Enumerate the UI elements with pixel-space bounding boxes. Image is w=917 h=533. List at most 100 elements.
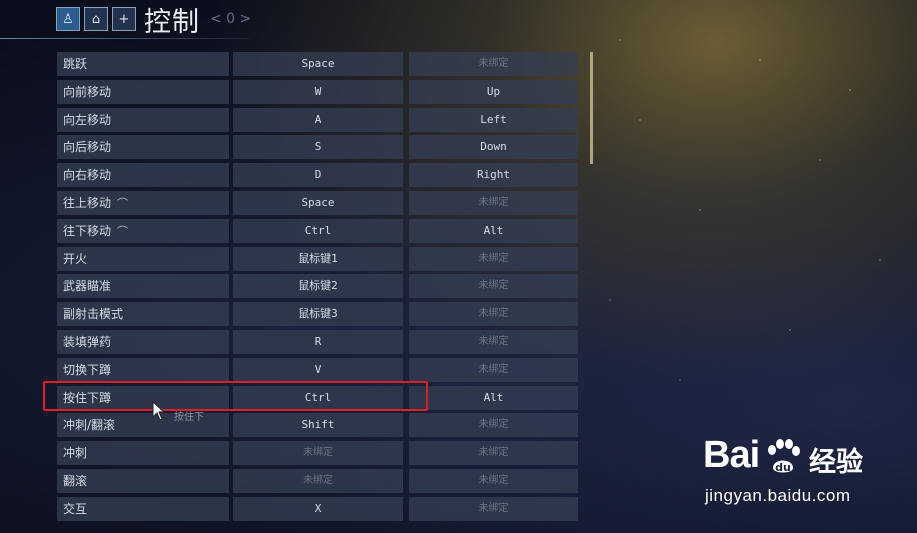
action-name-cell: 跳跃 [57, 52, 229, 76]
secondary-key-button[interactable]: 未绑定 [409, 441, 578, 466]
screen-header: ♙ ⌂ + 控制 < 0 > [56, 4, 252, 38]
action-label: 往上移动 [63, 195, 112, 210]
primary-key-button[interactable]: 未绑定 [233, 468, 403, 493]
secondary-key-button[interactable]: Left [409, 107, 578, 132]
binding-row[interactable]: 向前移动 W Up [57, 79, 581, 104]
action-name-cell: 往下移动 ⌒ [57, 218, 229, 243]
secondary-key-button[interactable]: Down [409, 135, 578, 160]
action-name-cell: 武器瞄准 [57, 274, 229, 299]
action-name-cell: 交互 [57, 496, 229, 521]
binding-row[interactable]: 装填弹药 R 未绑定 [57, 329, 581, 354]
scrollbar-thumb[interactable] [590, 52, 593, 164]
secondary-key-button[interactable]: 未绑定 [409, 357, 578, 382]
header-divider [0, 38, 250, 39]
primary-key-button[interactable]: R [233, 329, 403, 354]
primary-key-button[interactable]: Shift [233, 413, 403, 438]
action-label: 交互 [63, 501, 88, 516]
binding-row[interactable]: 翻滚 未绑定 未绑定 [57, 468, 581, 493]
primary-key-button[interactable]: 鼠标键1 [233, 246, 403, 271]
action-name-cell: 开火 [57, 246, 229, 271]
action-name-cell: 切换下蹲 [57, 357, 229, 382]
baidu-jingyan-watermark: Bai du 经验 jingyan.baidu.com [703, 434, 873, 514]
secondary-key-button[interactable]: Alt [409, 218, 578, 243]
action-label: 冲刺/翻滚 [63, 418, 116, 433]
action-label: 切换下蹲 [63, 362, 112, 377]
action-label: 跳跃 [63, 57, 88, 71]
action-label: 装填弹药 [63, 334, 112, 349]
primary-key-button[interactable]: X [233, 496, 403, 521]
secondary-key-button[interactable]: 未绑定 [409, 468, 578, 493]
highlight-box [43, 381, 428, 411]
primary-key-button[interactable]: D [233, 163, 403, 188]
primary-key-button[interactable]: W [233, 79, 403, 104]
binding-row[interactable]: 切换下蹲 V 未绑定 [57, 357, 581, 382]
keybinding-table: 跳跃 Space 未绑定 向前移动 W Up 向左移动 A Left 向后移动 S Down 向右移动 D… [57, 52, 581, 525]
secondary-key-button[interactable]: Right [409, 163, 578, 188]
action-name-cell: 往上移动 ⌒ [57, 190, 229, 215]
primary-key-button[interactable]: A [233, 107, 403, 132]
binding-row[interactable]: 交互 X 未绑定 [57, 496, 581, 521]
controller-stick-icon: ⌒ [117, 196, 129, 210]
action-label: 武器瞄准 [63, 279, 112, 294]
action-label: 向左移动 [63, 112, 112, 127]
secondary-key-button[interactable]: 未绑定 [409, 274, 578, 299]
action-label: 冲刺 [63, 446, 88, 461]
primary-key-button[interactable]: 未绑定 [233, 441, 403, 466]
action-label: 向前移动 [63, 84, 112, 99]
secondary-key-button[interactable]: Alt [409, 385, 578, 410]
watermark-url: jingyan.baidu.com [705, 486, 851, 505]
primary-key-button[interactable]: Space [233, 190, 403, 215]
paw-icon: du [768, 439, 800, 474]
secondary-key-button[interactable]: 未绑定 [409, 52, 578, 76]
watermark-brand-cn: 经验 [809, 447, 863, 478]
primary-key-button[interactable]: Ctrl [233, 218, 403, 243]
cursor-tooltip: 按住下 [174, 412, 204, 423]
plus-icon[interactable]: + [112, 7, 136, 31]
secondary-key-button[interactable]: Up [409, 79, 578, 104]
binding-row[interactable]: 向右移动 D Right [57, 163, 581, 188]
binding-row[interactable]: 冲刺 未绑定 未绑定 [57, 441, 581, 466]
secondary-key-button[interactable]: 未绑定 [409, 413, 578, 438]
binding-row[interactable]: 向左移动 A Left [57, 107, 581, 132]
garage-icon[interactable]: ⌂ [84, 7, 108, 31]
page-title-tail: < 0 > [210, 11, 252, 27]
action-name-cell: 冲刺 [57, 441, 229, 466]
primary-key-button[interactable]: 鼠标键3 [233, 302, 403, 327]
binding-row[interactable]: 往下移动 ⌒ Ctrl Alt [57, 218, 581, 243]
action-label: 向右移动 [63, 168, 112, 183]
page-title: 控制 [144, 6, 200, 38]
action-label: 往下移动 [63, 223, 112, 238]
secondary-key-button[interactable]: 未绑定 [409, 246, 578, 271]
primary-key-button[interactable]: Space [233, 52, 403, 76]
action-name-cell: 向后移动 [57, 135, 229, 160]
secondary-key-button[interactable]: 未绑定 [409, 190, 578, 215]
binding-row[interactable]: 往上移动 ⌒ Space 未绑定 [57, 190, 581, 215]
svg-text:du: du [775, 461, 791, 474]
binding-row[interactable]: 跳跃 Space 未绑定 [57, 52, 581, 76]
action-name-cell: 翻滚 [57, 468, 229, 493]
figure-icon[interactable]: ♙ [56, 7, 80, 31]
binding-row[interactable]: 开火 鼠标键1 未绑定 [57, 246, 581, 271]
primary-key-button[interactable]: S [233, 135, 403, 160]
action-name-cell: 向右移动 [57, 163, 229, 188]
secondary-key-button[interactable]: 未绑定 [409, 496, 578, 521]
primary-key-button[interactable]: V [233, 357, 403, 382]
action-name-cell: 副射击模式 [57, 302, 229, 327]
primary-key-button[interactable]: 鼠标键2 [233, 274, 403, 299]
action-name-cell: 装填弹药 [57, 329, 229, 354]
secondary-key-button[interactable]: 未绑定 [409, 329, 578, 354]
action-label: 向后移动 [63, 140, 112, 155]
binding-row[interactable]: 向后移动 S Down [57, 135, 581, 160]
binding-row[interactable]: 副射击模式 鼠标键3 未绑定 [57, 302, 581, 327]
watermark-brand: Bai [703, 434, 760, 476]
action-label: 副射击模式 [63, 307, 124, 322]
action-label: 开火 [63, 251, 88, 266]
action-label: 翻滚 [63, 473, 88, 488]
mouse-cursor-icon [152, 401, 166, 421]
action-name-cell: 向前移动 [57, 79, 229, 104]
binding-row[interactable]: 武器瞄准 鼠标键2 未绑定 [57, 274, 581, 299]
action-name-cell: 向左移动 [57, 107, 229, 132]
binding-row[interactable]: 冲刺/翻滚 Shift 未绑定 [57, 413, 581, 438]
secondary-key-button[interactable]: 未绑定 [409, 302, 578, 327]
controller-stick-icon: ⌒ [117, 224, 129, 238]
